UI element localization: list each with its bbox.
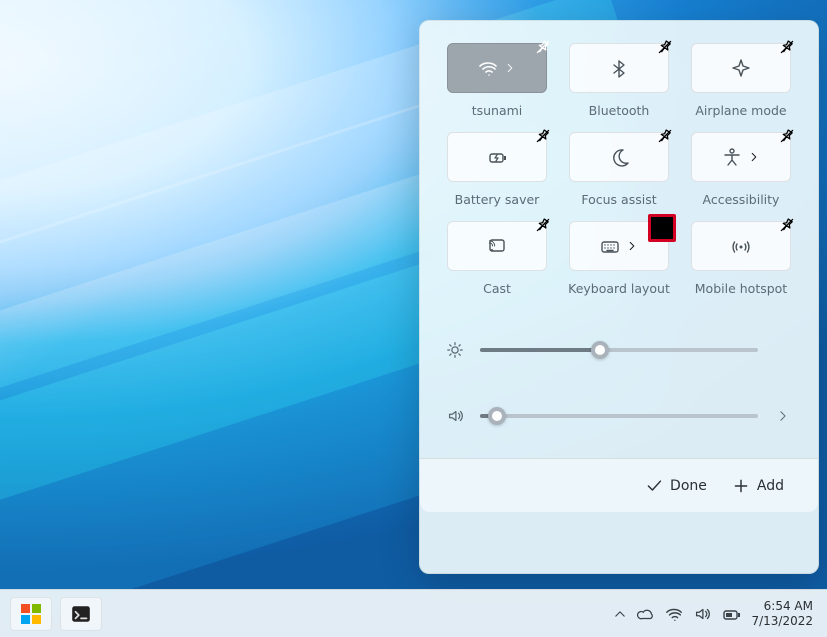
clock-date: 7/13/2022 — [751, 614, 813, 629]
unpin-wifi-button[interactable] — [534, 38, 552, 56]
hotspot-icon — [731, 236, 751, 256]
tile-bluetooth: Bluetooth — [568, 43, 670, 118]
volume-row — [446, 392, 792, 440]
sound-icon — [446, 407, 464, 425]
brightness-row — [446, 326, 792, 374]
add-button[interactable]: Add — [733, 478, 784, 494]
moon-icon — [609, 147, 629, 167]
keyboard-layout-button[interactable] — [569, 221, 669, 271]
focus-assist-label: Focus assist — [581, 192, 656, 207]
start-button[interactable] — [10, 597, 52, 631]
chevron-right-icon — [626, 240, 638, 252]
sliders-section — [446, 326, 792, 440]
airplane-label: Airplane mode — [695, 103, 786, 118]
tile-accessibility: Accessibility — [690, 132, 792, 207]
tile-focus-assist: Focus assist — [568, 132, 670, 207]
unpin-focus-assist-button[interactable] — [656, 127, 674, 145]
sound-icon — [693, 605, 711, 623]
cloud-icon — [637, 605, 655, 623]
unpin-bluetooth-button[interactable] — [656, 38, 674, 56]
mobile-hotspot-button[interactable] — [691, 221, 791, 271]
battery-saver-label: Battery saver — [455, 192, 540, 207]
done-button[interactable]: Done — [646, 478, 707, 494]
mobile-hotspot-label: Mobile hotspot — [695, 281, 787, 296]
unpin-mobile-hotspot-button[interactable] — [778, 216, 796, 234]
chevron-right-icon — [748, 151, 760, 163]
keyboard-icon — [600, 236, 620, 256]
tile-mobile-hotspot: Mobile hotspot — [690, 221, 792, 296]
unpin-battery-saver-button[interactable] — [534, 127, 552, 145]
unpin-airplane-button[interactable] — [778, 38, 796, 56]
airplane-mode-button[interactable] — [691, 43, 791, 93]
add-label: Add — [757, 478, 784, 494]
accessibility-button[interactable] — [691, 132, 791, 182]
bluetooth-icon — [609, 58, 629, 78]
battery-icon — [487, 147, 507, 167]
bluetooth-button[interactable] — [569, 43, 669, 93]
wifi-label: tsunami — [472, 103, 523, 118]
tile-airplane: Airplane mode — [690, 43, 792, 118]
cast-icon — [487, 236, 507, 256]
tray-battery-button[interactable] — [721, 604, 741, 624]
battery-icon — [721, 604, 741, 624]
cast-label: Cast — [483, 281, 511, 296]
tile-keyboard-layout: Keyboard layout — [568, 221, 670, 296]
bluetooth-label: Bluetooth — [589, 103, 650, 118]
volume-thumb[interactable] — [488, 407, 506, 425]
unpin-cast-button[interactable] — [534, 216, 552, 234]
plus-icon — [733, 478, 749, 494]
tray-sound-button[interactable] — [693, 605, 711, 623]
brightness-fill — [480, 348, 600, 352]
wifi-icon — [478, 58, 498, 78]
quick-settings-grid: tsunami Bluetooth Airplane mode Battery … — [446, 43, 792, 296]
terminal-icon — [70, 603, 92, 625]
focus-assist-button[interactable] — [569, 132, 669, 182]
taskbar-left — [10, 597, 102, 631]
done-label: Done — [670, 478, 707, 494]
taskbar: 6:54 AM 7/13/2022 — [0, 589, 827, 637]
brightness-slider[interactable] — [480, 348, 758, 352]
accessibility-label: Accessibility — [703, 192, 780, 207]
taskbar-right: 6:54 AM 7/13/2022 — [613, 599, 817, 629]
unpin-accessibility-button[interactable] — [778, 127, 796, 145]
tile-cast: Cast — [446, 221, 548, 296]
battery-saver-button[interactable] — [447, 132, 547, 182]
cast-button[interactable] — [447, 221, 547, 271]
taskbar-clock[interactable]: 6:54 AM 7/13/2022 — [751, 599, 817, 629]
tile-wifi: tsunami — [446, 43, 548, 118]
volume-slider[interactable] — [480, 414, 758, 418]
clock-time: 6:54 AM — [751, 599, 813, 614]
panel-footer: Done Add — [420, 458, 818, 512]
volume-expand-button[interactable] — [774, 409, 792, 423]
wifi-icon — [665, 605, 683, 623]
tray-overflow-button[interactable] — [613, 607, 627, 621]
tile-battery-saver: Battery saver — [446, 132, 548, 207]
quick-settings-panel: tsunami Bluetooth Airplane mode Battery … — [419, 20, 819, 574]
tray-onedrive-button[interactable] — [637, 605, 655, 623]
keyboard-layout-label: Keyboard layout — [568, 281, 670, 296]
sun-icon — [446, 341, 464, 359]
chevron-right-icon — [504, 62, 516, 74]
airplane-icon — [731, 58, 751, 78]
accessibility-icon — [722, 147, 742, 167]
unpin-keyboard-layout-button[interactable] — [648, 214, 676, 242]
tray-network-button[interactable] — [665, 605, 683, 623]
windows-logo-icon — [21, 604, 41, 624]
wifi-button[interactable] — [447, 43, 547, 93]
check-icon — [646, 478, 662, 494]
brightness-thumb[interactable] — [591, 341, 609, 359]
terminal-app-button[interactable] — [60, 597, 102, 631]
